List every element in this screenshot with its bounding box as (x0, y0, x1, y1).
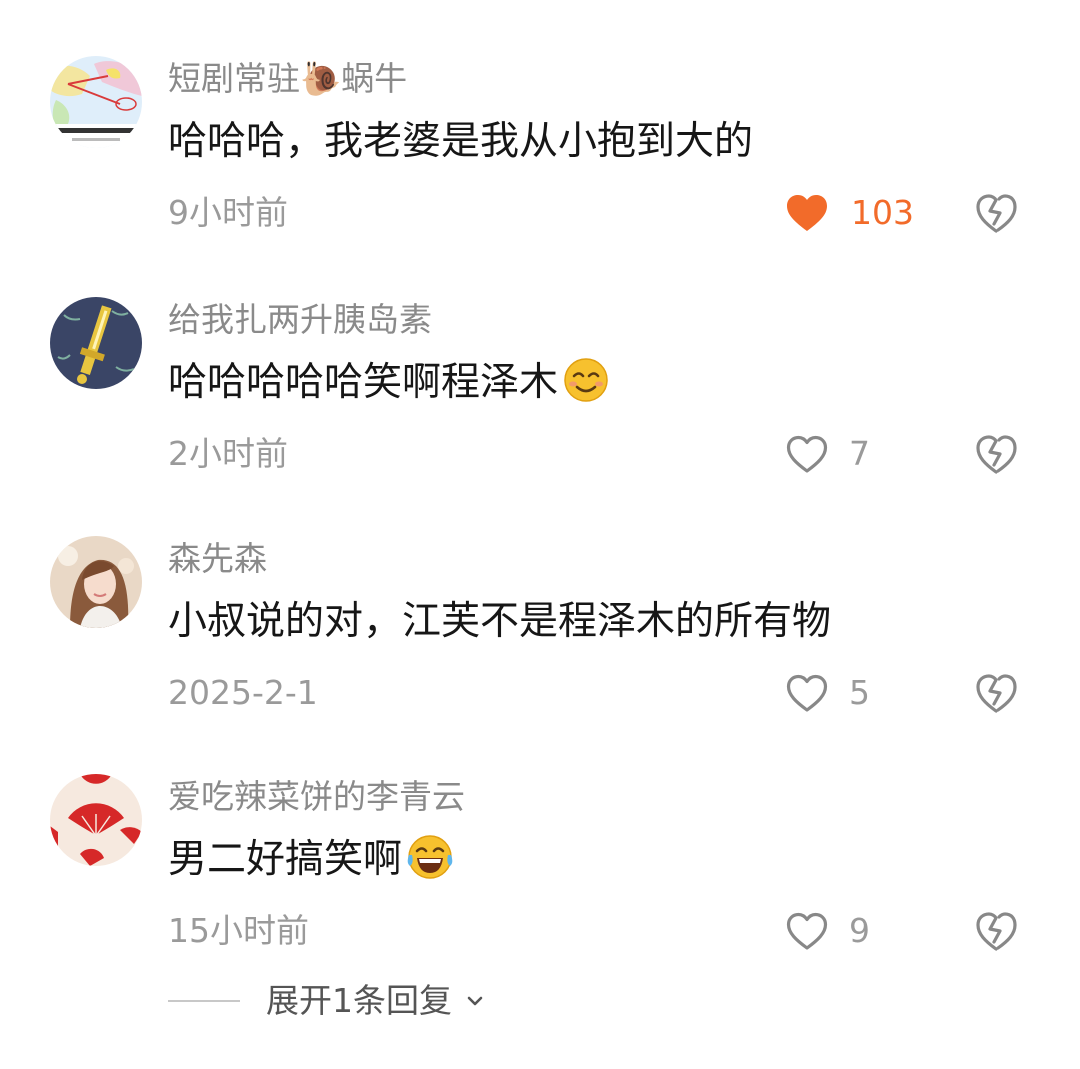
tears-of-joy-emoji-icon (407, 835, 453, 879)
comment-item: 森先森 小叔说的对，江芙不是程泽木的所有物 2025-2-1 5 (0, 536, 1080, 772)
avatar[interactable] (50, 774, 142, 866)
username[interactable]: 爱吃辣菜饼的李青云 (168, 774, 465, 820)
heart-outline-icon (786, 674, 828, 712)
comment-time: 9小时前 (168, 193, 288, 232)
comment-item: 短剧常驻🐌蜗牛 哈哈哈，我老婆是我从小抱到大的 9小时前 103 (0, 56, 1080, 292)
comment-text: 哈哈哈哈哈笑啊程泽木 (168, 355, 610, 411)
comment-item: 给我扎两升胰岛素 哈哈哈哈哈笑啊程泽木 2小时前 7 (0, 297, 1080, 533)
smirk-emoji-icon (564, 358, 608, 402)
comment-text: 男二好搞笑啊 (168, 832, 454, 888)
comment-text: 哈哈哈，我老婆是我从小抱到大的 (168, 119, 754, 164)
like-count: 103 (851, 193, 914, 232)
like-button[interactable]: 7 (785, 431, 925, 477)
comment-text: 小叔说的对，江芙不是程泽木的所有物 (168, 599, 832, 644)
heart-outline-icon (786, 435, 828, 473)
expand-replies-label: 展开1条回复 (266, 981, 452, 1020)
heart-filled-icon (787, 195, 827, 231)
avatar-sword-image (50, 297, 142, 389)
comment-list: 短剧常驻🐌蜗牛 哈哈哈，我老婆是我从小抱到大的 9小时前 103 给我扎两升胰岛… (0, 0, 1080, 1069)
like-count: 5 (849, 673, 870, 712)
like-button[interactable]: 103 (785, 190, 925, 236)
expand-replies-button[interactable]: 展开1条回复 (168, 976, 486, 1026)
username[interactable]: 短剧常驻🐌蜗牛 (168, 56, 407, 102)
heart-outline-icon (786, 912, 828, 950)
chevron-down-icon (467, 996, 483, 1006)
username[interactable]: 给我扎两升胰岛素 (168, 297, 432, 343)
avatar[interactable] (50, 56, 142, 148)
comment-time: 2025-2-1 (168, 673, 318, 712)
reply-icon[interactable] (974, 191, 1018, 235)
comment-item: 爱吃辣菜饼的李青云 男二好搞笑啊 15小时前 9 (0, 774, 1080, 1010)
comment-time: 2小时前 (168, 434, 288, 473)
comment-text-content: 男二好搞笑啊 (168, 837, 403, 882)
comment-time: 15小时前 (168, 911, 309, 950)
comment-text-content: 哈哈哈哈哈笑啊程泽木 (168, 360, 559, 405)
like-count: 9 (849, 911, 870, 950)
avatar[interactable] (50, 297, 142, 389)
divider-line (168, 1000, 240, 1002)
reply-icon[interactable] (974, 909, 1018, 953)
reply-icon[interactable] (974, 432, 1018, 476)
username[interactable]: 森先森 (168, 536, 267, 582)
like-count: 7 (849, 434, 870, 473)
avatar-fan-image (50, 774, 142, 866)
avatar[interactable] (50, 536, 142, 628)
avatar-map-image (50, 56, 142, 148)
like-button[interactable]: 9 (785, 908, 925, 954)
reply-icon[interactable] (974, 671, 1018, 715)
avatar-portrait-image (50, 536, 142, 628)
like-button[interactable]: 5 (785, 670, 925, 716)
